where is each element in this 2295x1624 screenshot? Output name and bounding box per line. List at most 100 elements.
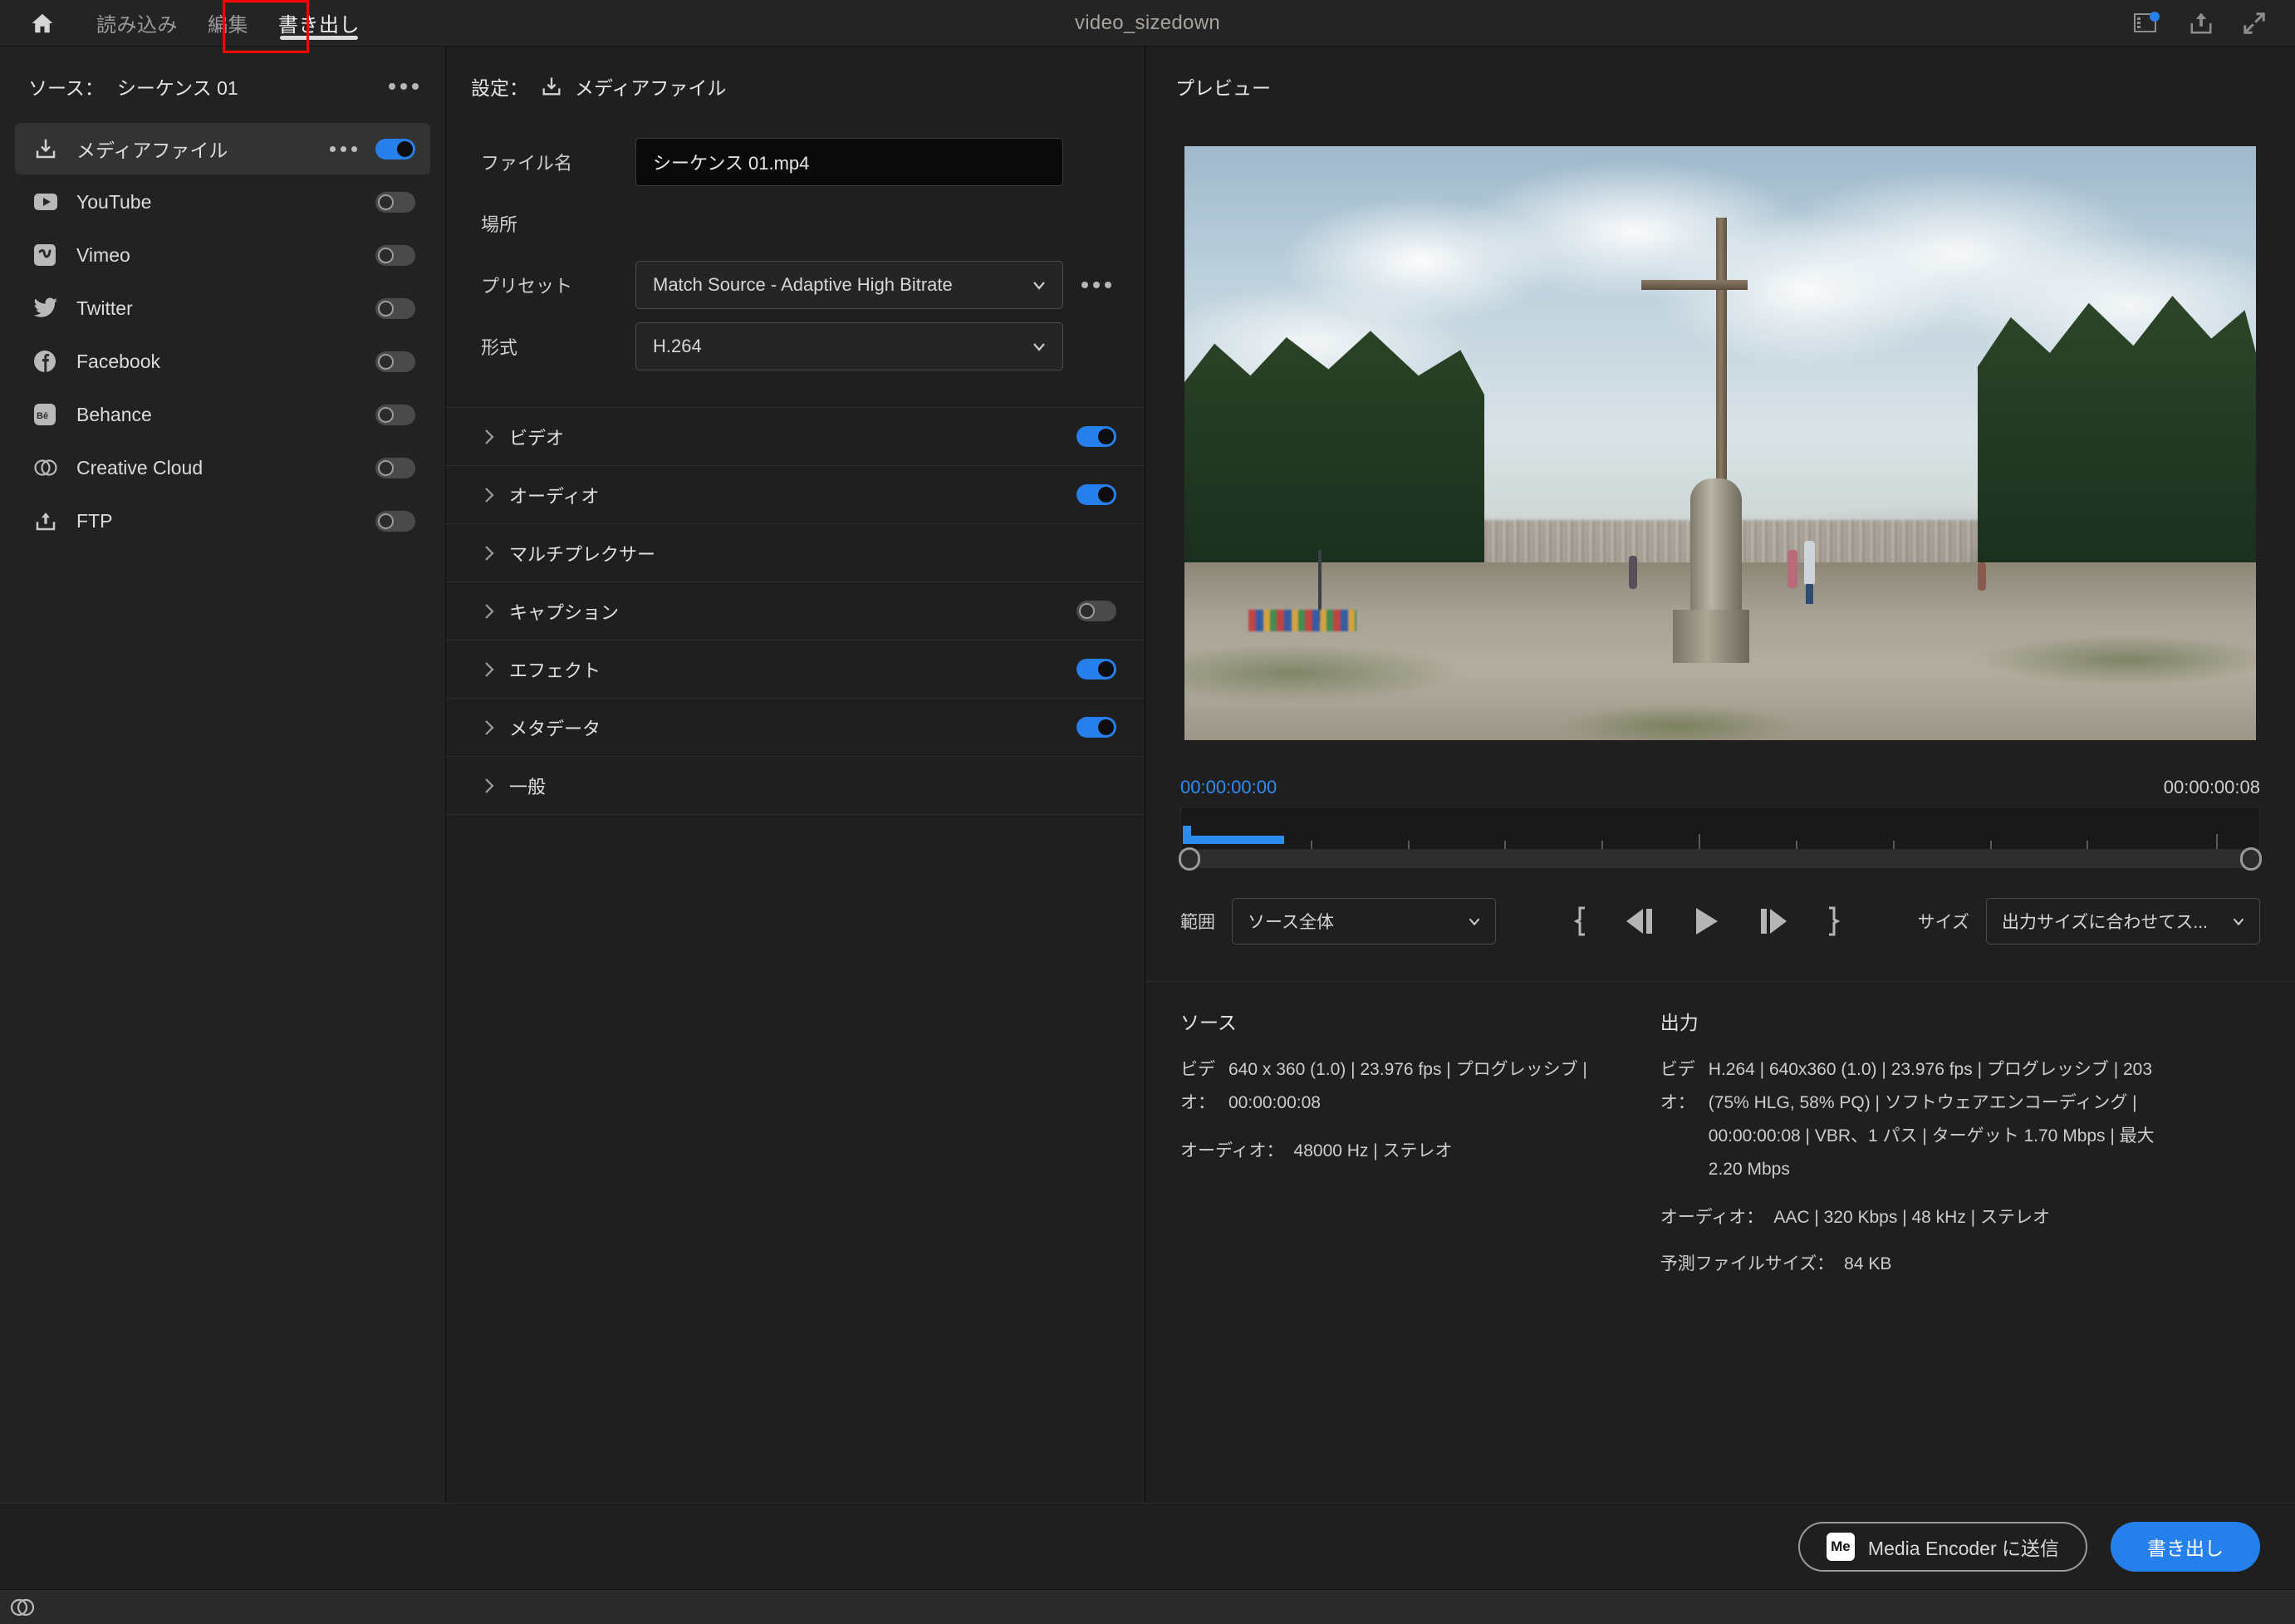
format-value: H.264 [653, 336, 702, 356]
destination-more-options-icon[interactable] [330, 145, 357, 152]
output-filesize-info: 予測ファイルサイズ： 84 KB [1660, 1248, 2260, 1281]
filename-input[interactable]: シーケンス 01.mp4 [635, 138, 1063, 186]
send-to-media-encoder-button[interactable]: Me Media Encoder に送信 [1797, 1521, 2087, 1572]
preview-person [1803, 541, 1815, 605]
destination-toggle[interactable] [375, 510, 415, 532]
set-out-point-icon[interactable] [1822, 906, 1841, 936]
section-multiplexer[interactable]: マルチプレクサー [446, 524, 1145, 582]
destination-toggle[interactable] [375, 457, 415, 478]
source-info-heading: ソース [1180, 1012, 1237, 1033]
output-audio-key: オーディオ： [1660, 1208, 1764, 1227]
range-value: ソース全体 [1248, 913, 1334, 932]
ftp-upload-icon [33, 508, 71, 533]
section-effects[interactable]: エフェクト [446, 640, 1145, 699]
source-video-key: ビデオ： [1180, 1060, 1215, 1112]
size-label: サイズ [1917, 913, 1969, 932]
output-info: 出力 ビデオ： H.264 | 640x360 (1.0) | 23.976 f… [1660, 1007, 2260, 1281]
section-audio[interactable]: オーディオ [446, 466, 1145, 524]
section-label: 一般 [509, 776, 547, 797]
destination-vimeo[interactable]: Vimeo [15, 229, 430, 281]
timeline-in-handle[interactable] [1179, 847, 1200, 871]
destination-label: Behance [76, 403, 152, 425]
destination-toggle[interactable] [375, 351, 415, 372]
output-video-line2: (75% HLG, 58% PQ) | ソフトウェアエンコーディング | [1708, 1093, 2137, 1112]
source-label: ソース： [28, 77, 104, 99]
source-panel: ソース： シーケンス 01 メディアファイル YouTube Vimeo Twi… [0, 47, 446, 1503]
settings-header-label: 設定： [471, 77, 528, 99]
destination-toggle[interactable] [375, 297, 415, 319]
section-toggle[interactable] [1076, 659, 1116, 680]
step-forward-icon[interactable] [1753, 906, 1791, 936]
section-captions[interactable]: キャプション [446, 582, 1145, 640]
settings-sections: ビデオ オーディオ マルチプレクサー キャプション エフェクト メタデータ 一般 [446, 407, 1145, 815]
section-toggle[interactable] [1076, 426, 1116, 447]
section-label: マルチプレクサー [509, 543, 656, 565]
source-audio-key: オーディオ： [1180, 1141, 1284, 1160]
source-audio-info: オーディオ： 48000 Hz | ステレオ [1180, 1135, 1660, 1168]
section-video[interactable]: ビデオ [446, 408, 1145, 466]
preview-timeline: 00:00:00:00 00:00:00:08 [1145, 740, 2295, 871]
preview-controls: 範囲 ソース全体 サイズ 出力サイズに合わせてス... [1145, 868, 2295, 944]
destination-toggle[interactable] [375, 191, 415, 213]
section-metadata[interactable]: メタデータ [446, 699, 1145, 757]
svg-text:Bē: Bē [37, 411, 48, 421]
section-toggle[interactable] [1076, 601, 1116, 621]
destination-media-file[interactable]: メディアファイル [15, 123, 430, 174]
preset-more-options-icon[interactable] [1081, 282, 1111, 288]
format-select[interactable]: H.264 [635, 322, 1063, 370]
destination-youtube[interactable]: YouTube [15, 176, 430, 228]
preview-stage [1145, 111, 2295, 740]
play-icon[interactable] [1693, 905, 1721, 937]
destination-toggle[interactable] [375, 138, 415, 159]
size-select[interactable]: 出力サイズに合わせてス... [1986, 898, 2260, 944]
media-file-icon [542, 77, 561, 96]
output-audio-info: オーディオ： AAC | 320 Kbps | 48 kHz | ステレオ [1660, 1201, 2260, 1234]
section-general[interactable]: 一般 [446, 757, 1145, 815]
source-value: シーケンス 01 [116, 77, 238, 99]
destination-label: FTP [76, 509, 113, 532]
chevron-right-icon [481, 544, 509, 562]
destination-label: メディアファイル [76, 140, 228, 161]
destination-ftp[interactable]: FTP [15, 495, 430, 547]
preview-video-frame[interactable] [1184, 146, 2256, 740]
set-in-point-icon[interactable] [1573, 906, 1591, 936]
source-duration-value: 00:00:00:08 [1228, 1093, 1321, 1112]
destination-creative-cloud[interactable]: Creative Cloud [15, 442, 430, 493]
destination-toggle[interactable] [375, 244, 415, 266]
size-value: 出力サイズに合わせてス... [2002, 913, 2208, 932]
vimeo-icon [33, 243, 71, 267]
destination-twitter[interactable]: Twitter [15, 282, 430, 334]
destination-label: Twitter [76, 297, 133, 319]
timeline-track[interactable] [1180, 807, 2260, 850]
output-video-info: ビデオ： H.264 | 640x360 (1.0) | 23.976 fps … [1660, 1053, 2260, 1186]
step-back-icon[interactable] [1623, 906, 1661, 936]
timecode-end: 00:00:00:08 [2163, 777, 2260, 797]
output-video-key: ビデオ： [1660, 1060, 1695, 1112]
output-info-heading: 出力 [1660, 1012, 1699, 1033]
range-select[interactable]: ソース全体 [1232, 898, 1496, 944]
section-label: エフェクト [509, 660, 601, 681]
media-encoder-badge: Me [1826, 1532, 1855, 1561]
section-toggle[interactable] [1076, 484, 1116, 505]
preset-select[interactable]: Match Source - Adaptive High Bitrate [635, 261, 1063, 309]
source-more-options-icon[interactable] [389, 83, 419, 90]
preview-cross-horizontal [1640, 279, 1748, 290]
output-filesize-value: 84 KB [1844, 1254, 1892, 1273]
filename-label: ファイル名 [481, 153, 573, 174]
section-label: ビデオ [509, 427, 565, 449]
destination-toggle[interactable] [375, 404, 415, 425]
timeline-ticks [1181, 832, 2259, 849]
preview-flags [1248, 609, 1357, 631]
timeline-out-handle[interactable] [2240, 847, 2262, 871]
export-button[interactable]: 書き出し [2111, 1521, 2260, 1572]
creative-cloud-icon[interactable] [8, 1595, 37, 1620]
destination-label: Facebook [76, 350, 161, 372]
chevron-down-icon [2233, 918, 2244, 926]
twitter-icon [33, 297, 71, 319]
destination-facebook[interactable]: Facebook [15, 336, 430, 387]
section-toggle[interactable] [1076, 717, 1116, 738]
main-body: ソース： シーケンス 01 メディアファイル YouTube Vimeo Twi… [0, 47, 2295, 1503]
timeline-scrubber[interactable] [1179, 847, 2262, 871]
destination-behance[interactable]: Bē Behance [15, 389, 430, 440]
footer-actions: Me Media Encoder に送信 書き出し [0, 1503, 2295, 1589]
